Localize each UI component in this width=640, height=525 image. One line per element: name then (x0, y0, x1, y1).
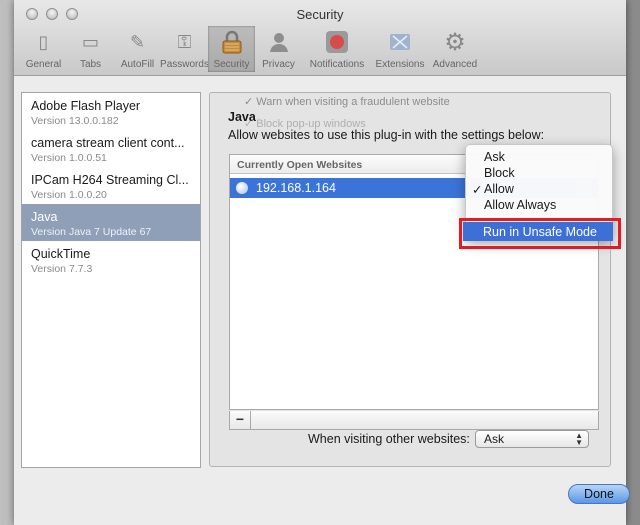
toolbar-extensions[interactable]: Extensions (372, 26, 428, 72)
toolbar-tabs[interactable]: ▭ Tabs (67, 26, 114, 72)
plugin-version: Version Java 7 Update 67 (31, 226, 152, 238)
done-button[interactable]: Done (568, 484, 630, 504)
puzzle-icon (387, 29, 413, 55)
tabs-icon: ▭ (81, 31, 99, 52)
title-bar: Security ▯ General ▭ Tabs ✎ AutoFill ⚿ P… (14, 0, 626, 76)
menu-item-ask[interactable]: Ask (484, 150, 505, 164)
table-footer: − (229, 411, 599, 430)
plugin-item-ipcam[interactable]: IPCam H264 Streaming Cl... Version 1.0.0… (22, 167, 200, 204)
toolbar-label: Advanced (432, 59, 478, 70)
menu-item-block[interactable]: Block (484, 166, 515, 180)
toolbar-general[interactable]: ▯ General (20, 26, 67, 72)
plugin-item-adobe-flash[interactable]: Adobe Flash Player Version 13.0.0.182 (22, 93, 200, 130)
toolbar-label: AutoFill (120, 59, 155, 70)
toolbar-label: Security (213, 59, 250, 70)
window-title: Security (296, 7, 344, 22)
plugin-name: QuickTime (31, 247, 91, 261)
plugin-list: Adobe Flash Player Version 13.0.0.182 ca… (21, 92, 201, 468)
plugin-item-quicktime[interactable]: QuickTime Version 7.7.3 (22, 241, 200, 278)
toolbar-notifications[interactable]: Notifications (302, 26, 372, 72)
toolbar-label: Passwords (160, 59, 209, 70)
pencil-icon: ✎ (129, 31, 146, 52)
other-websites-select[interactable]: Ask ▲ ▼ (475, 430, 589, 448)
plugin-name: Java (31, 210, 58, 224)
plugin-item-camera-stream[interactable]: camera stream client cont... Version 1.0… (22, 130, 200, 167)
gear-icon: ⚙ (444, 28, 466, 56)
plugin-version: Version 1.0.0.20 (31, 189, 107, 201)
plugin-name: camera stream client cont... (31, 136, 185, 150)
toolbar-security[interactable]: Security (208, 26, 255, 72)
toolbar-label: Tabs (79, 59, 102, 70)
menu-item-allow[interactable]: ✓ Allow (472, 182, 514, 197)
plugin-name: Adobe Flash Player (31, 99, 141, 113)
plugin-item-java[interactable]: Java Version Java 7 Update 67 (22, 204, 200, 241)
menu-item-label: Allow (484, 182, 514, 196)
toolbar-label: Notifications (309, 59, 365, 70)
plugin-title: Java (228, 110, 256, 124)
preferences-window: Security ▯ General ▭ Tabs ✎ AutoFill ⚿ P… (14, 0, 630, 525)
toolbar-label: General (25, 59, 62, 70)
background-warn-text: ✓ Warn when visiting a fraudulent websit… (244, 96, 450, 108)
globe-icon (236, 182, 248, 194)
toolbar-advanced[interactable]: ⚙ Advanced (428, 26, 482, 72)
preferences-toolbar: ▯ General ▭ Tabs ✎ AutoFill ⚿ Passwords … (20, 26, 482, 72)
toolbar-privacy[interactable]: Privacy (255, 26, 302, 72)
key-icon: ⚿ (177, 31, 192, 52)
select-arrows-icon: ▲ ▼ (575, 431, 583, 447)
toolbar-label: Privacy (262, 59, 295, 70)
other-websites-value: Ask (484, 432, 505, 446)
plugin-version: Version 1.0.0.51 (31, 152, 107, 164)
plugin-name: IPCam H264 Streaming Cl... (31, 173, 189, 187)
plugin-version: Version 13.0.0.182 (31, 115, 119, 127)
toolbar-passwords[interactable]: ⚿ Passwords (160, 26, 209, 72)
remove-website-button[interactable]: − (230, 411, 251, 429)
lock-icon (219, 29, 245, 55)
plugin-instructions: Allow websites to use this plug-in with … (228, 128, 545, 142)
switch-icon: ▯ (38, 31, 49, 52)
site-address: 192.168.1.164 (256, 181, 336, 195)
menu-item-allow-always[interactable]: Allow Always (484, 198, 556, 212)
checkmark-icon: ✓ (472, 183, 483, 197)
other-websites-label: When visiting other websites: (308, 432, 470, 446)
toolbar-autofill[interactable]: ✎ AutoFill (114, 26, 161, 72)
annotation-highlight-box (459, 218, 621, 249)
record-icon (324, 29, 350, 55)
plugin-version: Version 7.7.3 (31, 263, 93, 275)
person-icon (266, 29, 292, 55)
toolbar-label: Extensions (375, 59, 425, 70)
